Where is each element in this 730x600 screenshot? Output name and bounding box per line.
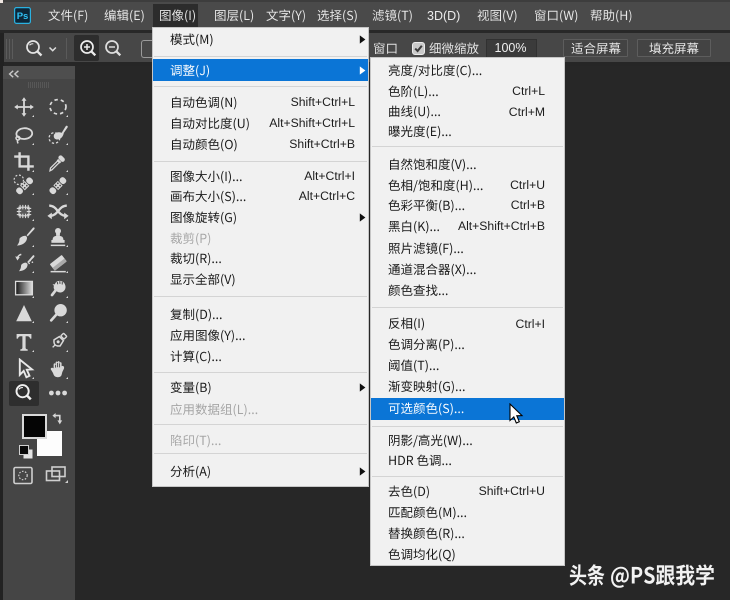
svg-text:Ps: Ps bbox=[17, 11, 29, 22]
